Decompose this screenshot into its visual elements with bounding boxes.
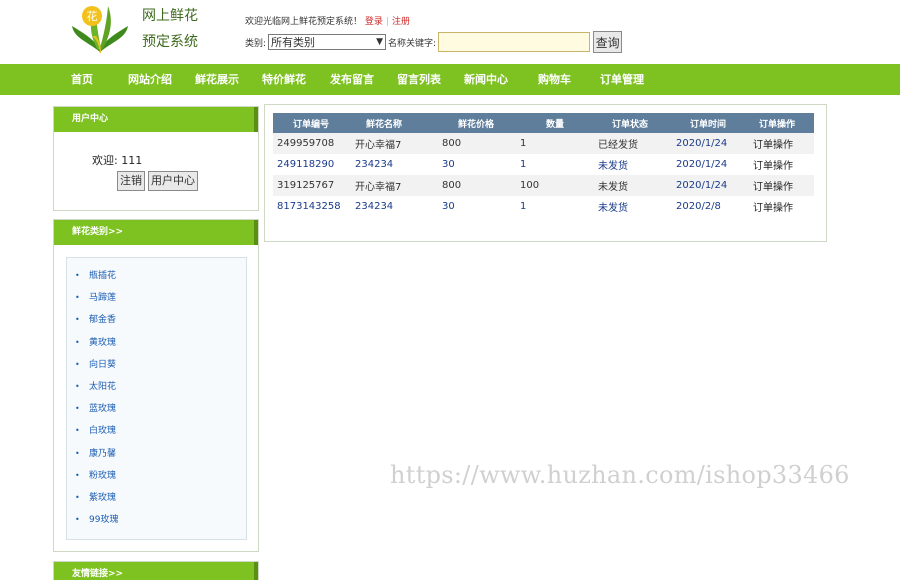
category-item[interactable]: 马蹄莲 [67, 287, 246, 309]
order-id: 249959708 [273, 133, 351, 154]
orders-panel: 订单编号 鲜花名称 鲜花价格 数量 订单状态 订单时间 订单操作 2499597… [264, 104, 827, 242]
user-center-panel: 用户中心 欢迎: 111 注销 用户中心 [53, 106, 259, 211]
flower-name: 234234 [355, 201, 394, 212]
category-title: 鲜花类别>> [72, 227, 124, 237]
col-status: 订单状态 [594, 113, 672, 133]
welcome-bar: 欢迎光临网上鲜花预定系统！ 登录 | 注册 [245, 17, 410, 27]
col-order-id: 订单编号 [273, 113, 351, 133]
order-id: 8173143258 [277, 201, 341, 212]
order-time: 2020/1/24 [672, 175, 749, 196]
order-id: 319125767 [273, 175, 351, 196]
category-item[interactable]: 郁金香 [67, 309, 246, 331]
col-quantity: 数量 [516, 113, 594, 133]
price: 30 [442, 201, 455, 212]
category-list: 瓶插花 马蹄莲 郁金香 黄玫瑰 向日葵 太阳花 蓝玫瑰 白玫瑰 康乃馨 粉玫瑰 … [67, 258, 246, 531]
flower-name: 234234 [355, 159, 394, 170]
category-selected: 所有类别 [271, 36, 316, 49]
login-link[interactable]: 登录 [365, 17, 383, 27]
category-select[interactable]: 所有类别 ▼ [268, 34, 387, 50]
order-time: 2020/1/24 [676, 159, 728, 170]
quantity: 1 [520, 159, 527, 170]
site-header: 花 网上鲜花 预定系统 欢迎光临网上鲜花预定系统！ 登录 | 注册 类别: 所有类别… [0, 0, 900, 64]
nav-message-list[interactable]: 留言列表 [397, 64, 441, 95]
logout-button[interactable]: 注销 [117, 171, 145, 191]
logo-text: 花 [87, 10, 98, 23]
site-logo[interactable]: 花 [70, 0, 130, 56]
category-item[interactable]: 白玫瑰 [67, 420, 246, 442]
order-time: 2020/1/24 [672, 133, 749, 154]
category-item[interactable]: 紫玫瑰 [67, 487, 246, 509]
order-id: 249118290 [277, 159, 335, 170]
quantity: 1 [520, 201, 527, 212]
order-action-link[interactable]: 订单操作 [749, 175, 814, 196]
nav-post-message[interactable]: 发布留言 [330, 64, 374, 95]
quantity: 100 [516, 175, 594, 196]
col-price: 鲜花价格 [438, 113, 516, 133]
welcome-text: 欢迎光临网上鲜花预定系统！ [245, 17, 363, 27]
nav-news[interactable]: 新闻中心 [464, 64, 508, 95]
chevron-down-icon: ▼ [376, 37, 384, 47]
user-welcome: 欢迎: 111 [92, 154, 143, 167]
status: 未发货 [594, 175, 672, 196]
site-name-line1: 网上鲜花 [142, 8, 198, 24]
price: 30 [442, 159, 455, 170]
category-item[interactable]: 瓶插花 [67, 265, 246, 287]
flower-name: 开心幸福7 [351, 175, 438, 196]
nav-cart[interactable]: 购物车 [538, 64, 571, 95]
nav-flowers[interactable]: 鲜花展示 [195, 64, 239, 95]
panel-title: 鲜花类别>> [54, 220, 258, 245]
site-name: 网上鲜花 预定系统 [142, 4, 198, 54]
quantity: 1 [516, 133, 594, 154]
nav-about[interactable]: 网站介绍 [128, 64, 172, 95]
table-row: 319125767 开心幸福7 800 100 未发货 2020/1/24 订单… [273, 175, 814, 196]
table-header-row: 订单编号 鲜花名称 鲜花价格 数量 订单状态 订单时间 订单操作 [273, 113, 814, 133]
search-bar: 类别: 所有类别 ▼ 名称关键字: 查询 [245, 31, 623, 53]
orders-table: 订单编号 鲜花名称 鲜花价格 数量 订单状态 订单时间 订单操作 2499597… [273, 113, 814, 217]
price: 800 [438, 175, 516, 196]
status: 未发货 [598, 161, 628, 172]
flower-name: 开心幸福7 [351, 133, 438, 154]
table-row: 249959708 开心幸福7 800 1 已经发货 2020/1/24 订单操… [273, 133, 814, 154]
search-button[interactable]: 查询 [593, 31, 623, 53]
order-action-link[interactable]: 订单操作 [749, 154, 814, 175]
user-center-title: 用户中心 [72, 114, 109, 124]
price: 800 [438, 133, 516, 154]
nav-specials[interactable]: 特价鲜花 [262, 64, 306, 95]
site-name-line2: 预定系统 [142, 34, 198, 50]
category-item[interactable]: 向日葵 [67, 354, 246, 376]
col-time: 订单时间 [672, 113, 749, 133]
table-row: 249118290 234234 30 1 未发货 2020/1/24 订单操作 [273, 154, 814, 175]
category-label: 类别: [245, 38, 267, 49]
panel-title: 用户中心 [54, 107, 258, 132]
links-panel: 友情链接>> [53, 561, 259, 580]
links-title: 友情链接>> [72, 569, 124, 579]
keyword-input[interactable] [438, 32, 591, 52]
order-action-link[interactable]: 订单操作 [749, 196, 814, 217]
panel-title: 友情链接>> [54, 562, 258, 580]
status: 已经发货 [594, 133, 672, 154]
category-item[interactable]: 粉玫瑰 [67, 465, 246, 487]
order-action-link[interactable]: 订单操作 [749, 133, 814, 154]
category-panel: 鲜花类别>> 瓶插花 马蹄莲 郁金香 黄玫瑰 向日葵 太阳花 蓝玫瑰 白玫瑰 康… [53, 219, 259, 552]
category-item[interactable]: 蓝玫瑰 [67, 398, 246, 420]
col-flower-name: 鲜花名称 [351, 113, 438, 133]
watermark-text: https://www.huzhan.com/ishop33466 [390, 461, 850, 489]
main-nav: 首页 网站介绍 鲜花展示 特价鲜花 发布留言 留言列表 新闻中心 购物车 订单管… [0, 64, 900, 95]
register-link[interactable]: 注册 [392, 17, 410, 27]
nav-home[interactable]: 首页 [71, 64, 93, 95]
col-action: 订单操作 [749, 113, 814, 133]
category-list-box: 瓶插花 马蹄莲 郁金香 黄玫瑰 向日葵 太阳花 蓝玫瑰 白玫瑰 康乃馨 粉玫瑰 … [66, 257, 247, 540]
category-item[interactable]: 康乃馨 [67, 443, 246, 465]
order-time: 2020/2/8 [676, 201, 721, 212]
category-item[interactable]: 太阳花 [67, 376, 246, 398]
category-item[interactable]: 黄玫瑰 [67, 332, 246, 354]
user-center-button[interactable]: 用户中心 [148, 171, 198, 191]
keyword-label: 名称关键字: [388, 38, 437, 49]
category-item[interactable]: 99玫瑰 [67, 509, 246, 531]
status: 未发货 [598, 203, 628, 214]
table-row: 8173143258 234234 30 1 未发货 2020/2/8 订单操作 [273, 196, 814, 217]
nav-orders[interactable]: 订单管理 [600, 64, 644, 95]
